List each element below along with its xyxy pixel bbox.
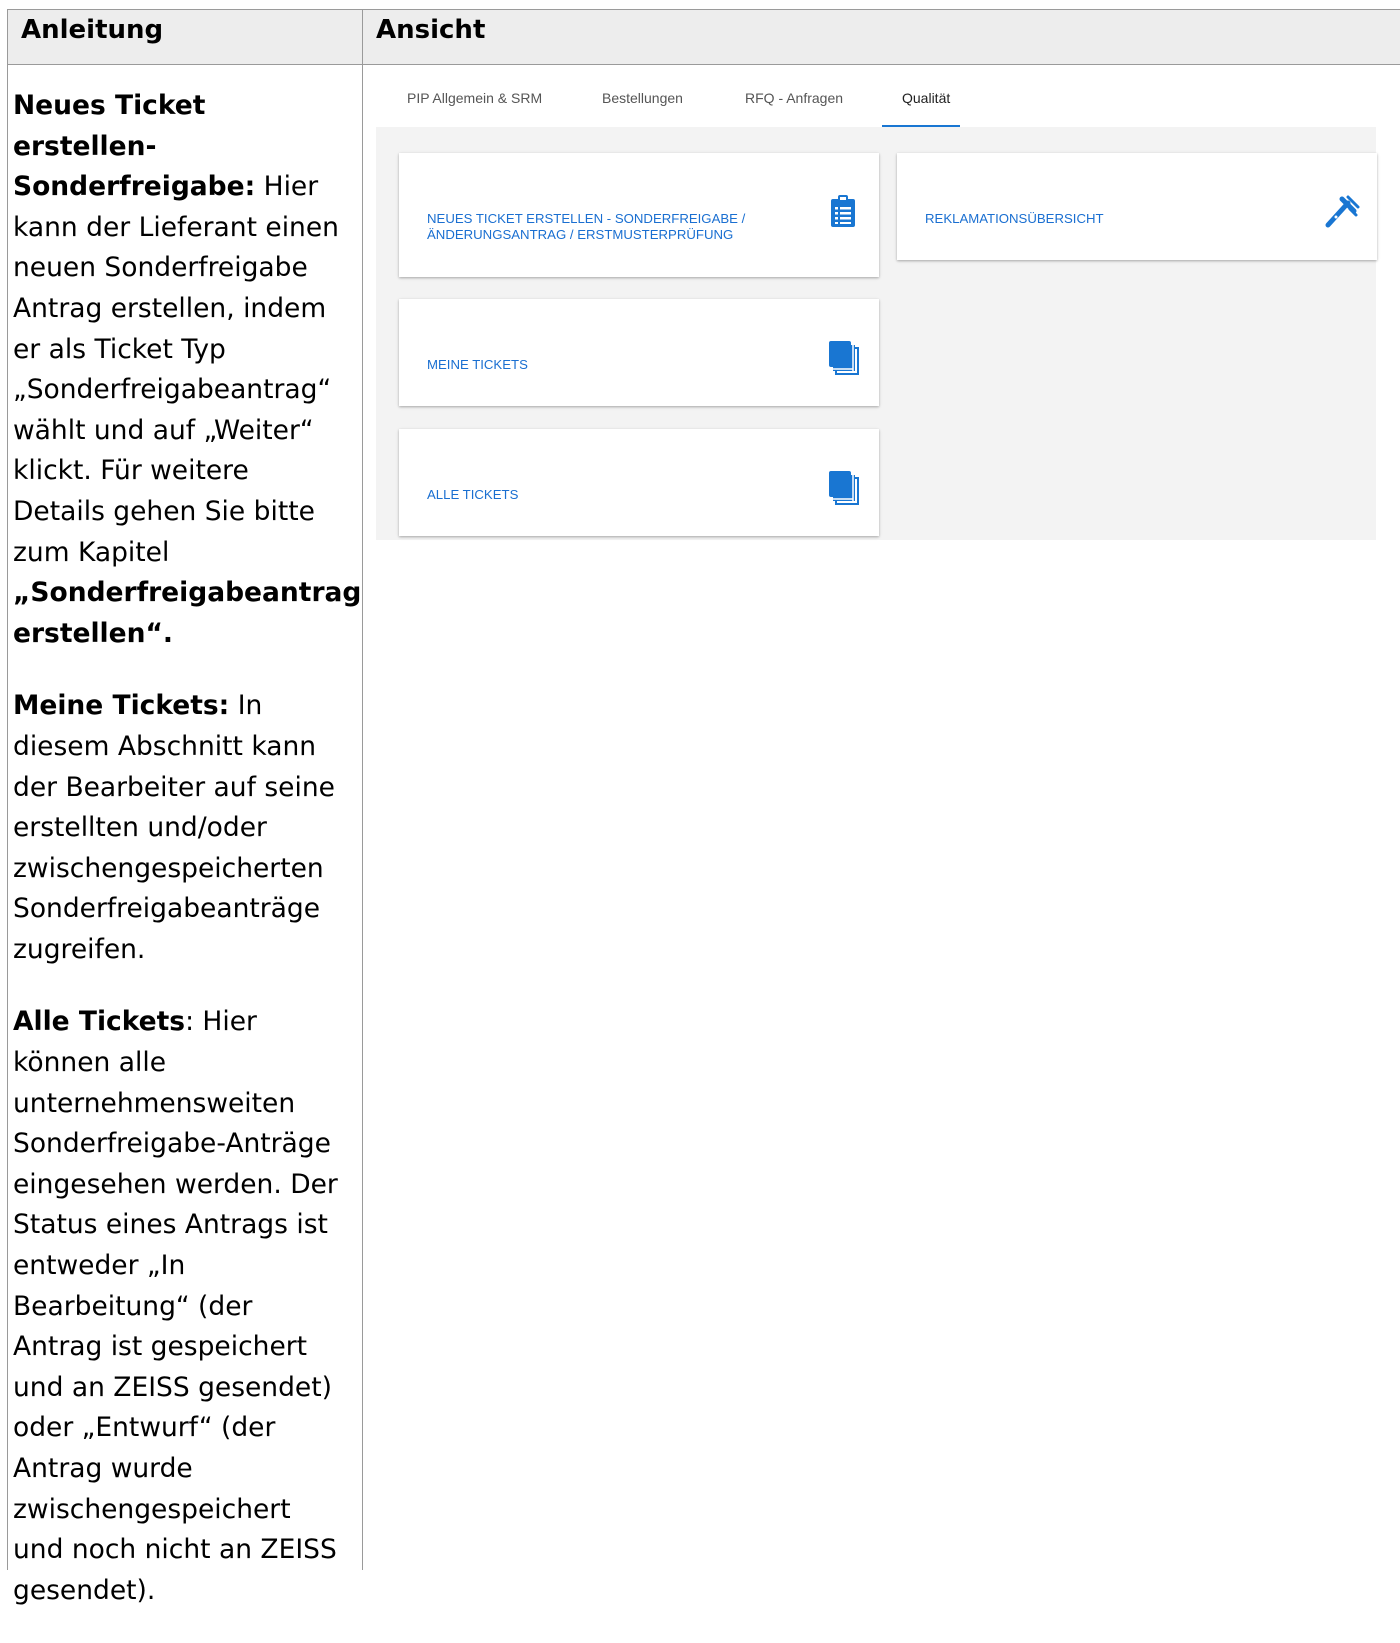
card-new-ticket-line2: ÄNDERUNGSANTRAG / ERSTMUSTERPRÜFUNG [427,227,734,242]
caliper-icon [1324,193,1360,234]
text-new-ticket: Hier kann der Lieferant einen neuen Sond… [13,171,339,568]
paragraph-new-ticket: Neues Ticket erstellen- Sonderfreigabe: … [13,86,361,654]
documents-icon [829,341,859,380]
term-my-tickets: Meine Tickets: [13,690,230,722]
card-all-tickets[interactable]: ALLE TICKETS [399,429,879,536]
tab-pip-allgemein[interactable]: PIP Allgemein & SRM [407,90,542,106]
column-divider [362,10,363,1570]
tiles-area: NEUES TICKET ERSTELLEN - SONDERFREIGABE … [376,127,1377,540]
header-anleitung: Anleitung [21,15,164,45]
chapter-reference: „Sonderfreigabeantrag erstellen“. [13,577,362,649]
table-header-row: Anleitung Ansicht [8,10,1400,65]
tab-qualitaet[interactable]: Qualität [902,90,950,106]
clipboard-icon [831,195,855,232]
text-my-tickets: In diesem Abschnitt kann der Bearbeiter … [13,690,335,965]
card-complaints-label: REKLAMATIONSÜBERSICHT [925,211,1104,226]
header-ansicht: Ansicht [376,15,486,45]
paragraph-my-tickets: Meine Tickets: In diesem Abschnitt kann … [13,686,345,970]
documents-icon [829,471,859,510]
card-my-tickets-label: MEINE TICKETS [427,357,528,372]
portal-view: PIP Allgemein & SRM Bestellungen RFQ - A… [376,75,1377,555]
card-new-ticket[interactable]: NEUES TICKET ERSTELLEN - SONDERFREIGABE … [399,153,879,277]
card-my-tickets[interactable]: MEINE TICKETS [399,299,879,406]
tab-rfq-anfragen[interactable]: RFQ - Anfragen [745,90,843,106]
term-all-tickets: Alle Tickets [13,1006,186,1038]
card-all-tickets-label: ALLE TICKETS [427,487,519,502]
card-new-ticket-label: NEUES TICKET ERSTELLEN - SONDERFREIGABE … [427,211,745,243]
card-complaints[interactable]: REKLAMATIONSÜBERSICHT [897,153,1377,260]
tab-bestellungen[interactable]: Bestellungen [602,90,683,106]
paragraph-all-tickets: Alle Tickets: Hier können alle unternehm… [13,1002,345,1611]
text-all-tickets: : Hier können alle unternehmensweiten So… [13,1006,338,1606]
tab-bar: PIP Allgemein & SRM Bestellungen RFQ - A… [376,75,1376,127]
card-new-ticket-line1: NEUES TICKET ERSTELLEN - SONDERFREIGABE … [427,211,746,226]
term-new-ticket: Neues Ticket erstellen- Sonderfreigabe: [13,90,256,203]
instructions-text: Neues Ticket erstellen- Sonderfreigabe: … [13,86,361,1643]
